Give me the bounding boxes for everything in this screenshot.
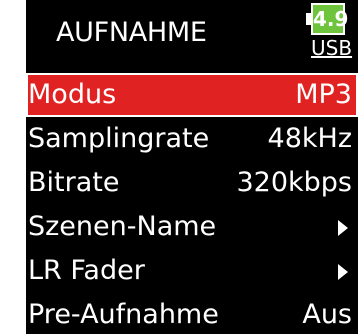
menu-item-modus[interactable]: Modus MP3 bbox=[26, 73, 358, 117]
recorder-screen: AUFNAHME 4.9 USB Modus MP3 Samplingrate … bbox=[26, 0, 358, 334]
menu-item-value: 48kHz bbox=[267, 123, 352, 154]
menu-item-value: MP3 bbox=[295, 79, 352, 110]
menu-item-label: LR Fader bbox=[28, 255, 145, 286]
battery-indicator: 4.9 USB bbox=[306, 3, 355, 65]
menu-item-label: Modus bbox=[28, 79, 117, 110]
arrow-right-icon bbox=[338, 220, 348, 236]
menu-item-value: 320kbps bbox=[236, 167, 352, 198]
menu-item-value: Aus bbox=[302, 299, 352, 330]
page-title: AUFNAHME bbox=[56, 17, 207, 48]
menu-item-label: Bitrate bbox=[28, 167, 120, 198]
menu-item-lr-fader[interactable]: LR Fader bbox=[26, 249, 358, 293]
menu-item-label: Pre-Aufnahme bbox=[28, 299, 219, 330]
power-source-label: USB bbox=[311, 36, 353, 60]
battery-icon: 4.9 bbox=[306, 3, 348, 35]
menu-item-pre-aufnahme[interactable]: Pre-Aufnahme Aus bbox=[26, 293, 358, 334]
menu-item-label: Szenen-Name bbox=[28, 211, 217, 242]
arrow-right-icon bbox=[338, 264, 348, 280]
menu-item-bitrate[interactable]: Bitrate 320kbps bbox=[26, 161, 358, 205]
menu-list: Modus MP3 Samplingrate 48kHz Bitrate 320… bbox=[26, 73, 358, 334]
header: AUFNAHME 4.9 USB bbox=[26, 0, 358, 70]
menu-item-label: Samplingrate bbox=[28, 123, 210, 154]
menu-item-szenen-name[interactable]: Szenen-Name bbox=[26, 205, 358, 249]
menu-item-samplingrate[interactable]: Samplingrate 48kHz bbox=[26, 117, 358, 161]
